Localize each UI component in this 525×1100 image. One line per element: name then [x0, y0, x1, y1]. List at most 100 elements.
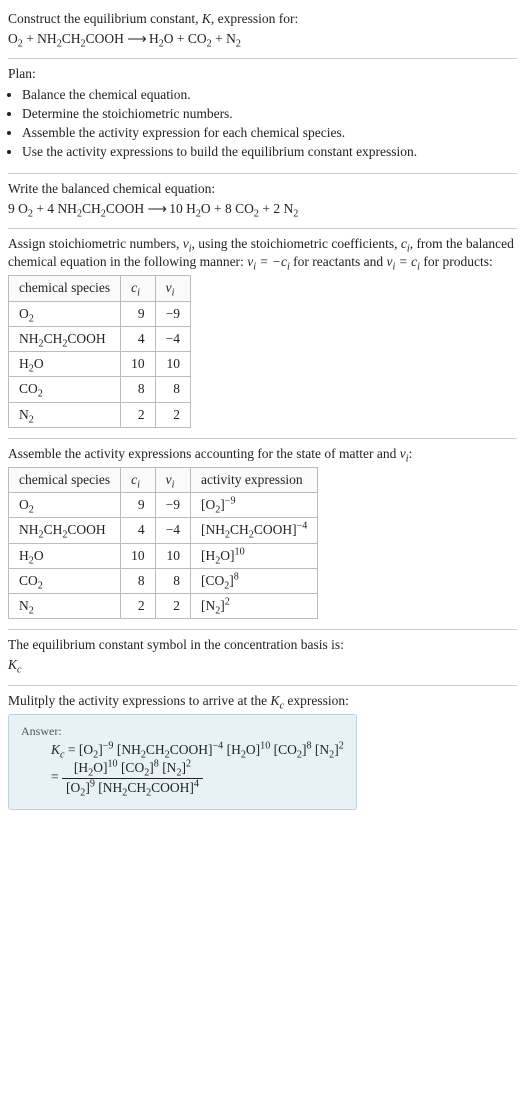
table-row: N222[N2]2 [9, 594, 318, 619]
unbalanced-equation: O2 + NH2CH2COOH ⟶ H2O + CO2 + N2 [8, 30, 517, 48]
answer-fraction: [H2O]10 [CO2]8 [N2]2 [O2]9 [NH2CH2COOH]4 [62, 759, 203, 796]
prompt-pre: Construct the equilibrium constant, [8, 11, 202, 26]
plan-list: Balance the chemical equation. Determine… [8, 86, 517, 162]
col-nui: νi [155, 276, 190, 301]
balanced-header: Write the balanced chemical equation: [8, 180, 517, 198]
cell-species: H2O [9, 543, 121, 568]
col-species: chemical species [9, 276, 121, 301]
cell-nui: 10 [155, 352, 190, 377]
symbol-section: The equilibrium constant symbol in the c… [8, 630, 517, 684]
assign-section: Assign stoichiometric numbers, νi, using… [8, 229, 517, 438]
activity-table: chemical species ci νi activity expressi… [8, 467, 318, 619]
plan-header: Plan: [8, 65, 517, 83]
cell-nui: −4 [155, 518, 190, 543]
assemble-text: Assemble the activity expressions accoun… [8, 445, 517, 463]
nu-i: νi [183, 236, 192, 251]
table-row: NH2CH2COOH4−4 [9, 326, 191, 351]
assemble-section: Assemble the activity expressions accoun… [8, 439, 517, 630]
cell-species: N2 [9, 594, 121, 619]
col-ci: ci [121, 467, 156, 492]
cell-nui: 8 [155, 568, 190, 593]
cell-ci: 8 [121, 568, 156, 593]
mult-t1: Mulitply the activity expressions to arr… [8, 693, 270, 708]
cell-ci: 2 [121, 402, 156, 427]
cell-activity: [H2O]10 [190, 543, 317, 568]
cell-species: CO2 [9, 377, 121, 402]
eq-sign: = [51, 769, 62, 784]
balanced-section: Write the balanced chemical equation: 9 … [8, 174, 517, 228]
answer-expression: Kc = [O2]−9 [NH2CH2COOH]−4 [H2O]10 [CO2]… [21, 741, 344, 797]
intro-section: Construct the equilibrium constant, K, e… [8, 4, 517, 58]
answer-box: Answer: Kc = [O2]−9 [NH2CH2COOH]−4 [H2O]… [8, 714, 357, 810]
prompt-post: , expression for: [211, 11, 298, 26]
assign-t2: , using the stoichiometric coefficients, [192, 236, 401, 251]
exp: −9 [225, 496, 236, 507]
cell-nui: −4 [155, 326, 190, 351]
assign-t5: for products: [420, 254, 493, 269]
assemble-t1: Assemble the activity expressions accoun… [8, 446, 400, 461]
cell-species: NH2CH2COOH [9, 326, 121, 351]
col-species: chemical species [9, 467, 121, 492]
plan-section: Plan: Balance the chemical equation. Det… [8, 59, 517, 172]
multiply-section: Mulitply the activity expressions to arr… [8, 686, 517, 820]
assign-t1: Assign stoichiometric numbers, [8, 236, 183, 251]
exp: 2 [225, 597, 230, 608]
product-relation: νi = ci [386, 254, 419, 269]
cell-species: O2 [9, 493, 121, 518]
col-activity: activity expression [190, 467, 317, 492]
cell-ci: 4 [121, 518, 156, 543]
table-header-row: chemical species ci νi [9, 276, 191, 301]
exp: 8 [234, 571, 239, 582]
kc-inline: Kc [270, 693, 284, 708]
assign-text: Assign stoichiometric numbers, νi, using… [8, 235, 517, 271]
table-row: CO288[CO2]8 [9, 568, 318, 593]
cell-nui: 10 [155, 543, 190, 568]
cell-nui: 2 [155, 594, 190, 619]
plan-item: Use the activity expressions to build th… [22, 143, 517, 161]
fraction-denominator: [O2]9 [NH2CH2COOH]4 [62, 779, 203, 797]
table-row: H2O1010[H2O]10 [9, 543, 318, 568]
cell-ci: 4 [121, 326, 156, 351]
prompt-line: Construct the equilibrium constant, K, e… [8, 10, 517, 28]
balanced-equation: 9 O2 + 4 NH2CH2COOH ⟶ 10 H2O + 8 CO2 + 2… [8, 200, 517, 218]
nu-i: νi [400, 446, 409, 461]
plan-item: Determine the stoichiometric numbers. [22, 105, 517, 123]
cell-species: N2 [9, 402, 121, 427]
col-nui: νi [155, 467, 190, 492]
cell-nui: −9 [155, 301, 190, 326]
cell-species: H2O [9, 352, 121, 377]
cell-ci: 2 [121, 594, 156, 619]
symbol-K: K [202, 11, 211, 26]
assemble-t2: : [409, 446, 413, 461]
cell-ci: 10 [121, 352, 156, 377]
cell-nui: −9 [155, 493, 190, 518]
table-header-row: chemical species ci νi activity expressi… [9, 467, 318, 492]
exp: −4 [297, 521, 308, 532]
cell-ci: 9 [121, 493, 156, 518]
cell-activity: [O2]−9 [190, 493, 317, 518]
kc-symbol: Kc [8, 656, 517, 674]
cell-species: O2 [9, 301, 121, 326]
answer-label: Answer: [21, 723, 344, 739]
fraction-numerator: [H2O]10 [CO2]8 [N2]2 [62, 759, 203, 778]
reactant-relation: νi = −ci [247, 254, 290, 269]
cell-ci: 10 [121, 543, 156, 568]
exp: 10 [235, 546, 245, 557]
table-row: NH2CH2COOH4−4[NH2CH2COOH]−4 [9, 518, 318, 543]
cell-ci: 9 [121, 301, 156, 326]
cell-activity: [N2]2 [190, 594, 317, 619]
kc-equals: Kc [51, 742, 65, 757]
plan-item: Assemble the activity expression for eac… [22, 124, 517, 142]
mult-t2: expression: [284, 693, 349, 708]
cell-species: CO2 [9, 568, 121, 593]
cell-nui: 2 [155, 402, 190, 427]
table-row: N222 [9, 402, 191, 427]
plan-item: Balance the chemical equation. [22, 86, 517, 104]
assign-t4: for reactants and [290, 254, 387, 269]
c-i: ci [401, 236, 410, 251]
table-row: O29−9[O2]−9 [9, 493, 318, 518]
cell-nui: 8 [155, 377, 190, 402]
stoich-table: chemical species ci νi O29−9 NH2CH2COOH4… [8, 275, 191, 427]
multiply-text: Mulitply the activity expressions to arr… [8, 692, 517, 710]
cell-species: NH2CH2COOH [9, 518, 121, 543]
